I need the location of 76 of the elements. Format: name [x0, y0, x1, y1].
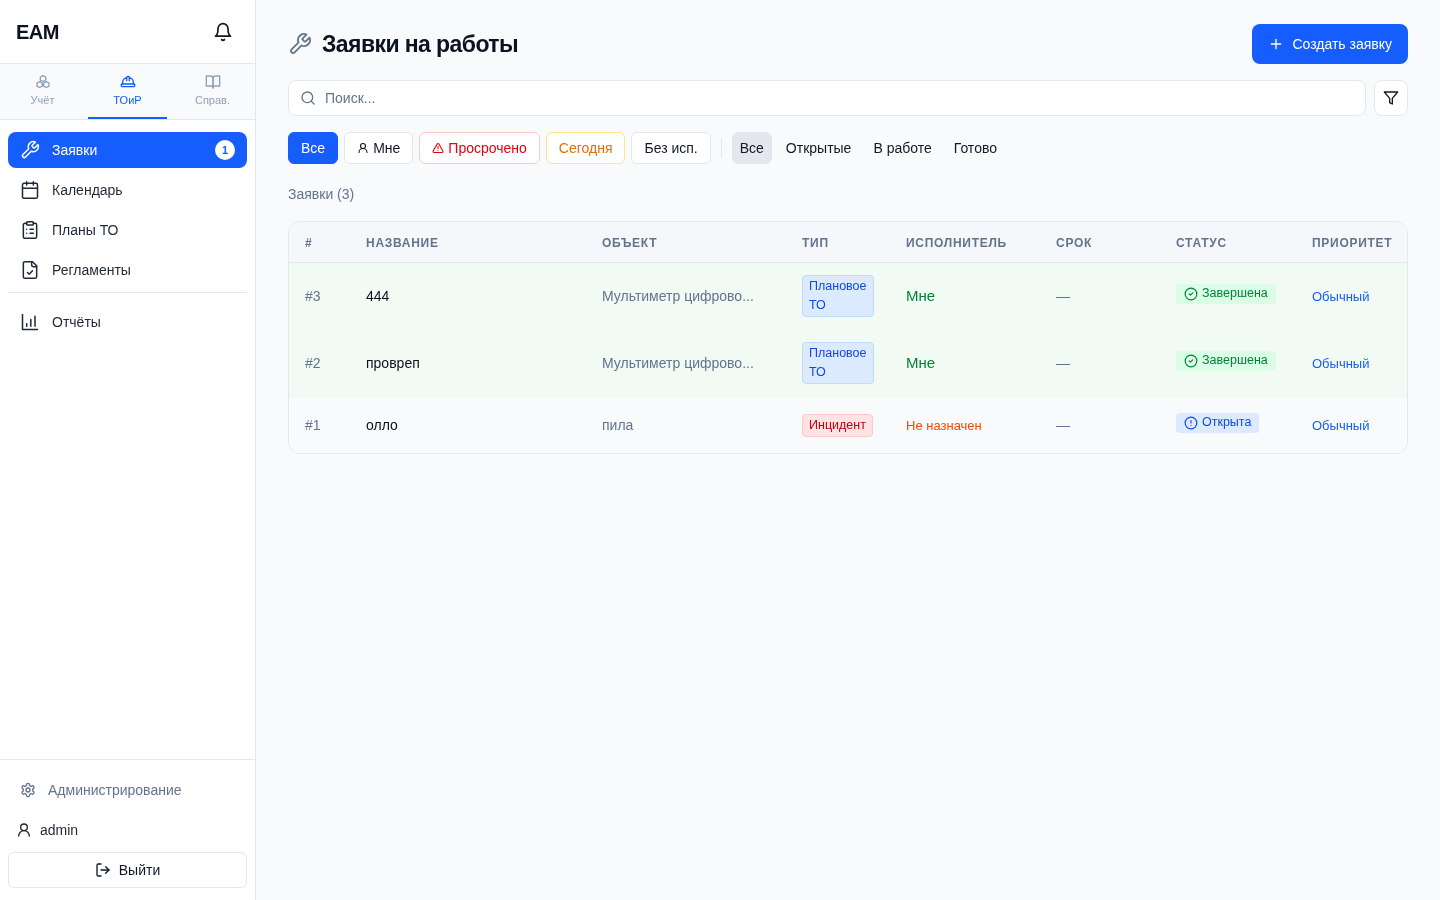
assignee-name: Мне: [906, 286, 936, 304]
wrench-icon: [20, 140, 40, 160]
type-tag: Инцидент: [802, 413, 873, 437]
document-check-icon: [20, 260, 40, 280]
due-date: —: [1056, 354, 1070, 371]
logout-icon: [94, 862, 111, 878]
request-number: #2: [305, 354, 321, 371]
due-date: —: [1056, 287, 1070, 304]
hard-hat-icon: [119, 74, 136, 90]
object-name: Мультиметр цифрово...: [602, 287, 754, 304]
section-tab[interactable]: ТОиР: [88, 64, 167, 119]
column-header: ОБЪЕКТ: [602, 235, 658, 250]
status-filter[interactable]: Открытые: [777, 132, 860, 164]
logout-button[interactable]: Выйти: [8, 852, 247, 888]
column-header: ПРИОРИТЕТ: [1312, 235, 1393, 250]
check-circle-icon: [1184, 353, 1198, 368]
assignee-name: Мне: [906, 353, 936, 371]
request-count: Заявки (3): [288, 185, 356, 204]
nav-item[interactable]: Заявки 1: [8, 132, 247, 168]
status-label: Открыта: [1202, 414, 1252, 432]
user-name: admin: [40, 820, 79, 840]
filter-icon: [1383, 90, 1399, 106]
calendar-icon: [20, 180, 40, 200]
request-number: #1: [305, 416, 321, 433]
request-number: #3: [305, 287, 321, 304]
request-name: 444: [366, 287, 390, 304]
request-name: олло: [366, 416, 398, 433]
priority-label: Обычный: [1312, 355, 1370, 371]
quick-filter[interactable]: Мне: [344, 132, 414, 164]
cubes-icon: [34, 74, 51, 90]
status-filter[interactable]: Все: [731, 132, 772, 164]
warning-icon: [432, 142, 445, 154]
column-header: НАЗВАНИЕ: [366, 235, 439, 250]
status-filter[interactable]: В работе: [865, 132, 940, 164]
nav-item[interactable]: Отчёты: [8, 304, 247, 340]
type-tag: Плановое ТО: [802, 274, 874, 317]
column-header: ТИП: [802, 235, 829, 250]
search-icon: [300, 90, 316, 106]
quick-filter[interactable]: Все: [288, 132, 339, 164]
clipboard-list-icon: [20, 220, 40, 240]
assignee-name: Не назначен: [906, 417, 982, 433]
quick-filter[interactable]: Просрочено: [419, 132, 540, 164]
wrench-icon: [288, 32, 312, 56]
nav-item[interactable]: Регламенты: [8, 252, 247, 288]
object-name: Мультиметр цифрово...: [602, 354, 754, 371]
gear-icon: [20, 782, 36, 798]
book-icon: [204, 74, 221, 90]
nav-item[interactable]: Планы ТО: [8, 212, 247, 248]
column-header: #: [305, 235, 313, 250]
bell-icon: [213, 21, 233, 42]
nav-item[interactable]: Календарь: [8, 172, 247, 208]
user-icon: [16, 822, 32, 838]
priority-label: Обычный: [1312, 417, 1370, 433]
page-title: Заявки на работы: [322, 29, 519, 59]
column-header: СРОК: [1056, 235, 1093, 250]
check-circle-icon: [1184, 286, 1198, 301]
column-header: ИСПОЛНИТЕЛЬ: [906, 235, 1007, 250]
due-date: —: [1056, 416, 1070, 433]
admin-link[interactable]: Администрирование: [8, 772, 247, 808]
filter-button[interactable]: [1374, 80, 1408, 116]
create-request-button[interactable]: Создать заявку: [1252, 24, 1408, 64]
quick-filter[interactable]: Без исп.: [631, 132, 711, 164]
user-icon: [357, 142, 370, 154]
priority-label: Обычный: [1312, 288, 1370, 304]
request-name: провреп: [366, 354, 420, 371]
bar-chart-icon: [20, 312, 40, 332]
status-filter[interactable]: Готово: [945, 132, 1005, 164]
count-badge: 1: [215, 140, 235, 160]
search-field[interactable]: Поиск...: [288, 80, 1366, 116]
column-header: СТАТУС: [1176, 235, 1227, 250]
app-logo: EAM: [16, 19, 59, 45]
status-label: Завершена: [1202, 352, 1268, 370]
status-label: Завершена: [1202, 285, 1268, 303]
alert-circle-icon: [1184, 415, 1198, 430]
object-name: пила: [602, 416, 634, 433]
type-tag: Плановое ТО: [802, 341, 874, 384]
